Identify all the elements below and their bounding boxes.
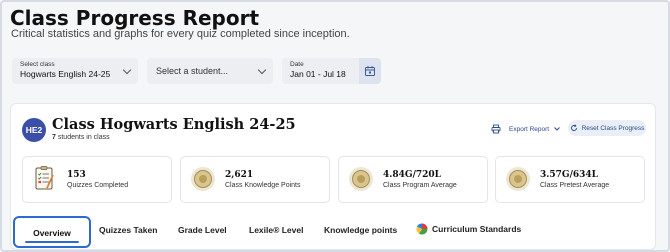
reset-class-progress-button[interactable]: Reset Class Progress	[568, 120, 646, 136]
tab-lexile-level[interactable]: Lexile® Level	[249, 225, 303, 235]
stat-card-program-average: 4.84G/720L Class Program Average	[338, 156, 488, 203]
stat-caption: Class Knowledge Points	[225, 182, 301, 189]
stat-card-pretest-average: 3.57G/634L Class Pretest Average	[495, 156, 645, 203]
chevron-down-icon	[257, 65, 267, 75]
class-select-label: Select class	[20, 61, 55, 68]
class-avatar: HE2	[22, 118, 46, 142]
export-report-button[interactable]: Export Report	[491, 122, 561, 136]
student-select[interactable]: Select a student...	[147, 58, 273, 84]
class-panel: HE2 Class Hogwarts English 24-25 7 stude…	[10, 103, 656, 250]
tab-quizzes-taken[interactable]: Quizzes Taken	[99, 225, 157, 235]
reset-class-progress-label: Reset Class Progress	[581, 124, 645, 132]
chevron-down-icon	[554, 127, 560, 131]
tab-overview-label: Overview	[33, 228, 71, 238]
class-select-value: Hogwarts English 24-25	[20, 69, 111, 79]
tab-overview[interactable]: Overview	[13, 216, 91, 248]
export-report-label: Export Report	[509, 125, 550, 133]
stat-card-quizzes-completed: 153 Quizzes Completed	[22, 156, 172, 203]
tab-knowledge-points[interactable]: Knowledge points	[324, 225, 397, 235]
class-select[interactable]: Select class Hogwarts English 24-25	[12, 58, 138, 84]
stat-card-knowledge-points: 2,621 Class Knowledge Points	[180, 156, 330, 203]
reset-icon	[570, 124, 577, 131]
student-count-suffix: students in class	[57, 134, 110, 141]
page-title: Class Progress Report	[10, 6, 260, 30]
student-count-value: 7	[52, 134, 56, 141]
coin-icon	[349, 167, 373, 191]
stat-caption: Class Pretest Average	[540, 182, 610, 189]
stat-caption: Class Program Average	[383, 182, 457, 189]
stat-value: 3.57G/634L	[540, 170, 599, 180]
stat-value: 153	[67, 170, 86, 180]
class-student-count: 7 students in class	[52, 134, 110, 141]
date-label: Date	[290, 61, 304, 68]
tab-curriculum-standards-label: Curriculum Standards	[432, 224, 522, 234]
calendar-button[interactable]	[359, 58, 381, 84]
page-subtitle: Critical statistics and graphs for every…	[11, 28, 350, 40]
date-range-field[interactable]: Date Jan 01 - Jul 18	[282, 58, 360, 84]
stat-value: 2,621	[225, 170, 254, 180]
chevron-down-icon	[122, 65, 132, 75]
coin-icon	[506, 167, 530, 191]
stat-value: 4.84G/720L	[383, 170, 442, 180]
student-select-placeholder: Select a student...	[156, 66, 229, 76]
stat-caption: Quizzes Completed	[67, 182, 129, 189]
date-value: Jan 01 - Jul 18	[290, 69, 346, 79]
pie-chart-icon	[416, 223, 428, 235]
coin-icon	[191, 167, 215, 191]
calendar-icon	[365, 66, 375, 76]
tab-grade-level[interactable]: Grade Level	[178, 225, 227, 235]
class-title: Class Hogwarts English 24-25	[52, 116, 296, 133]
quiz-checklist-icon	[35, 166, 54, 190]
printer-icon	[491, 124, 501, 134]
tab-curriculum-standards[interactable]: Curriculum Standards	[416, 223, 521, 235]
